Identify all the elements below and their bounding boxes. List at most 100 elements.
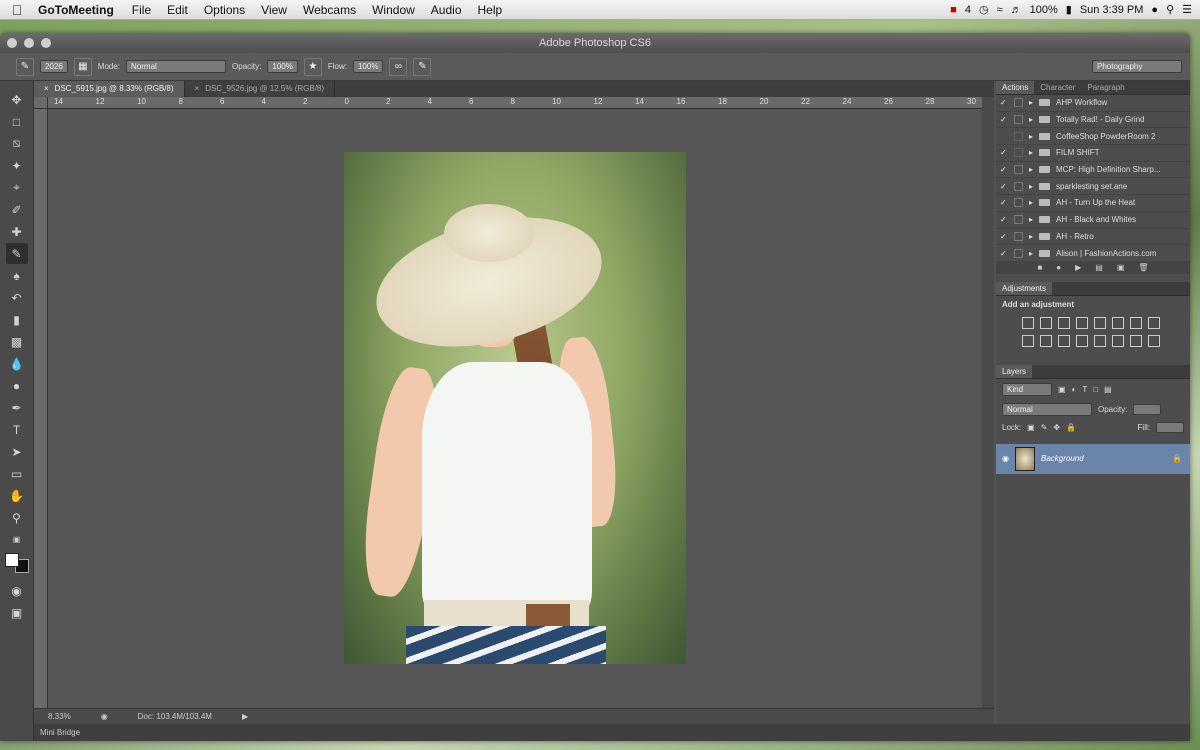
action-set-row[interactable]: ✓ ▸ AH - Retro xyxy=(996,229,1190,246)
layer-lock-icon[interactable]: 🔒 xyxy=(1172,454,1182,463)
tab-dsc-5915[interactable]: × DSC_5915.jpg @ 8.33% (RGB/8) xyxy=(34,81,185,97)
menu-file[interactable]: File xyxy=(124,3,159,17)
brush-tool-icon[interactable]: ✎ xyxy=(5,243,28,264)
foreground-color-swatch[interactable] xyxy=(4,553,19,567)
canvas-area[interactable] xyxy=(48,109,982,709)
layer-visibility-eye-icon[interactable]: ◉ xyxy=(1002,454,1009,463)
gradient-tool-icon[interactable]: ▩ xyxy=(6,331,28,352)
menu-options[interactable]: Options xyxy=(196,3,253,17)
color-swatches[interactable] xyxy=(4,553,29,573)
vertical-ruler[interactable] xyxy=(34,109,48,709)
apple-icon[interactable]:  xyxy=(0,2,34,18)
hand-tool-icon[interactable]: ✋ xyxy=(6,485,28,506)
action-set-row[interactable]: ✓ ▸ AHP Workflow xyxy=(996,95,1190,112)
layer-opacity-input[interactable] xyxy=(1133,403,1162,415)
expand-arrow-icon[interactable]: ▸ xyxy=(1029,182,1033,191)
vibrance-icon[interactable] xyxy=(1094,316,1106,329)
tab-adjustments[interactable]: Adjustments xyxy=(996,281,1053,295)
dialog-toggle-box[interactable] xyxy=(1014,231,1023,241)
layer-fill-input[interactable] xyxy=(1156,421,1184,433)
expand-arrow-icon[interactable]: ▸ xyxy=(1029,215,1033,224)
action-set-row[interactable]: ✓ ▸ AH - Black and Whites xyxy=(996,212,1190,229)
dialog-toggle-box[interactable] xyxy=(1014,131,1023,141)
volume-icon[interactable]: ♬ xyxy=(1011,4,1022,16)
lock-image-icon[interactable]: ✎ xyxy=(1041,423,1048,432)
photo-filter-icon[interactable] xyxy=(1022,334,1034,347)
pressure-size-icon[interactable]: ✎ xyxy=(413,57,432,76)
dialog-toggle-box[interactable] xyxy=(1014,181,1023,191)
gradient-map-icon[interactable] xyxy=(1130,334,1142,347)
action-toggle-check-icon[interactable]: ✓ xyxy=(1000,249,1008,258)
flow-input[interactable]: 100% xyxy=(352,60,384,73)
action-set-row[interactable]: ✓ ▸ FILM SHIFT xyxy=(996,145,1190,162)
lock-all-icon[interactable]: 🔒 xyxy=(1066,423,1076,432)
path-selection-tool-icon[interactable]: ➤ xyxy=(6,441,28,462)
dialog-toggle-box[interactable] xyxy=(1014,215,1023,225)
dialog-toggle-box[interactable] xyxy=(1014,98,1023,108)
menu-edit[interactable]: Edit xyxy=(159,3,196,17)
tab-dsc-9526[interactable]: × DSC_9526.jpg @ 12.5% (RGB/8) xyxy=(185,81,336,97)
action-set-row[interactable]: ✓ ▸ AH - Turn Up the Heat xyxy=(996,195,1190,212)
zoom-level[interactable]: 8.33% xyxy=(48,712,71,721)
eyedropper-tool-icon[interactable]: ✐ xyxy=(6,199,28,220)
tab-layers[interactable]: Layers xyxy=(996,364,1033,378)
dialog-toggle-box[interactable] xyxy=(1014,198,1023,208)
blur-tool-icon[interactable]: 💧 xyxy=(6,353,28,374)
opacity-input[interactable]: 100% xyxy=(267,60,298,73)
brightness-contrast-icon[interactable] xyxy=(1022,316,1034,329)
zoom-tool-icon[interactable]: ⚲ xyxy=(6,507,28,528)
shape-tool-icon[interactable]: ▭ xyxy=(6,463,28,484)
exposure-icon[interactable] xyxy=(1076,316,1088,329)
channel-mixer-icon[interactable] xyxy=(1040,334,1052,347)
adobe-count-badge[interactable]: 4 xyxy=(965,4,971,16)
doc-size[interactable]: Doc: 103.4M/103.4M xyxy=(138,712,212,721)
filter-adjustment-icon[interactable]: ◐ xyxy=(1072,385,1077,394)
action-toggle-check-icon[interactable]: ✓ xyxy=(1000,215,1008,224)
expand-arrow-icon[interactable]: ▸ xyxy=(1029,249,1033,258)
action-set-row[interactable]: ✓ ▸ Totally Rad! - Daily Grind xyxy=(996,112,1190,129)
dialog-toggle-box[interactable] xyxy=(1014,165,1023,175)
new-set-icon[interactable]: ▤ xyxy=(1095,263,1103,272)
workspace-select[interactable]: Photography xyxy=(1092,60,1182,73)
menu-help[interactable]: Help xyxy=(470,3,511,17)
close-tab-icon[interactable]: × xyxy=(195,84,200,93)
action-set-row[interactable]: ▸ CoffeeShop PowderRoom 2 xyxy=(996,128,1190,146)
expand-arrow-icon[interactable]: ▸ xyxy=(1029,132,1033,141)
pen-tool-icon[interactable]: ✒ xyxy=(6,397,28,418)
lock-transparent-icon[interactable]: ▣ xyxy=(1027,423,1035,432)
document-image[interactable] xyxy=(344,152,686,664)
clock[interactable]: Sun 3:39 PM xyxy=(1080,4,1144,16)
tab-paragraph[interactable]: Paragraph xyxy=(1081,81,1130,94)
action-toggle-check-icon[interactable]: ✓ xyxy=(1000,232,1008,241)
layer-name[interactable]: Background xyxy=(1041,454,1084,463)
marquee-tool-icon[interactable]: □ xyxy=(6,111,28,132)
color-lookup-icon[interactable] xyxy=(1058,334,1070,347)
dialog-toggle-box[interactable] xyxy=(1014,148,1023,158)
filter-shape-icon[interactable]: □ xyxy=(1093,385,1098,394)
brush-tool-preset-icon[interactable]: ✎ xyxy=(16,57,34,76)
healing-brush-tool-icon[interactable]: ✚ xyxy=(6,221,28,242)
new-action-icon[interactable]: ▣ xyxy=(1117,263,1125,272)
lock-position-icon[interactable]: ✥ xyxy=(1053,423,1060,432)
history-brush-tool-icon[interactable]: ↶ xyxy=(6,287,28,308)
expand-arrow-icon[interactable]: ▸ xyxy=(1029,148,1033,157)
dialog-toggle-box[interactable] xyxy=(1014,248,1023,258)
default-colors-icon[interactable]: ▣ xyxy=(6,529,28,550)
posterize-icon[interactable] xyxy=(1094,334,1106,347)
filter-pixel-icon[interactable]: ▣ xyxy=(1058,385,1066,394)
curves-icon[interactable] xyxy=(1058,316,1070,329)
crop-tool-icon[interactable]: ⌖ xyxy=(6,177,28,198)
action-set-row[interactable]: ✓ ▸ MCP: High Definition Sharp... xyxy=(996,162,1190,179)
layer-thumbnail[interactable] xyxy=(1014,446,1035,471)
notification-center-icon[interactable]: ☰ xyxy=(1182,3,1192,16)
status-menu-arrow-icon[interactable]: ▶ xyxy=(242,712,248,721)
blend-mode-select[interactable]: Normal xyxy=(1002,402,1092,416)
brush-size-picker[interactable]: 2026 xyxy=(40,60,68,73)
dodge-tool-icon[interactable]: ● xyxy=(6,375,28,396)
expand-arrow-icon[interactable]: ▸ xyxy=(1029,98,1033,107)
expand-arrow-icon[interactable]: ▸ xyxy=(1029,232,1033,241)
mini-bridge-panel[interactable]: Mini Bridge xyxy=(34,724,1190,741)
action-set-row[interactable]: ✓ ▸ Alison | FashionActions.com xyxy=(996,245,1190,262)
clone-stamp-tool-icon[interactable]: ♠ xyxy=(6,265,28,286)
user-icon[interactable]: ● xyxy=(1151,4,1158,16)
